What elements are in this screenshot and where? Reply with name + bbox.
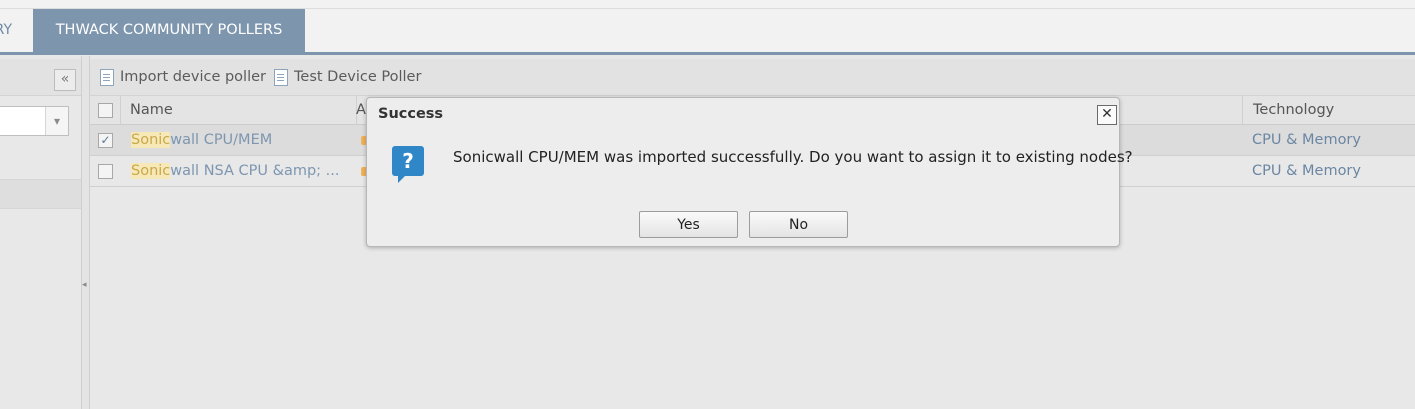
row-checkbox[interactable] (98, 164, 113, 179)
dialog-message: Sonicwall CPU/MEM was imported successfu… (453, 148, 1133, 166)
test-device-poller-button[interactable]: Test Device Poller (274, 59, 421, 95)
top-strip (0, 0, 1415, 9)
close-icon[interactable]: ✕ (1097, 105, 1117, 125)
group-by-select[interactable]: ▾ (0, 106, 69, 136)
row-technology: CPU & Memory (1252, 163, 1361, 179)
import-icon (100, 68, 114, 86)
success-dialog: Success ✕ ? Sonicwall CPU/MEM was import… (366, 97, 1133, 247)
grid-toolbar: Import device poller Test Device Poller (90, 59, 1415, 96)
tab-thwack-community-pollers[interactable]: THWACK COMMUNITY POLLERS (33, 9, 305, 52)
row-technology: CPU & Memory (1252, 132, 1361, 148)
import-device-poller-label: Import device poller (120, 69, 266, 85)
row-name: Sonicwall NSA CPU &amp; ... (131, 156, 339, 186)
tab-underline (0, 52, 1415, 55)
select-all-cell (90, 96, 121, 124)
row-name-rest: wall CPU/MEM (170, 132, 273, 148)
test-device-poller-label: Test Device Poller (294, 69, 422, 85)
column-header-technology[interactable]: Technology (1242, 96, 1415, 124)
tab-previous[interactable]: RY (0, 9, 30, 52)
column-header-name[interactable]: Name (121, 96, 357, 124)
tab-previous-label: RY (0, 22, 12, 38)
question-icon: ? (392, 146, 424, 183)
chevron-down-icon[interactable]: ▾ (45, 107, 68, 135)
left-panel-header: « (0, 59, 81, 96)
row-name: Sonicwall CPU/MEM (131, 125, 272, 155)
row-checkbox[interactable]: ✓ (98, 133, 113, 148)
import-device-poller-button[interactable]: Import device poller (100, 59, 266, 95)
yes-button[interactable]: Yes (639, 211, 738, 238)
splitter-arrow-icon[interactable]: ◂ (82, 280, 87, 290)
left-panel-item[interactable] (0, 151, 81, 180)
row-name-rest: wall NSA CPU &amp; ... (170, 163, 340, 179)
dialog-title: Success (378, 106, 444, 122)
left-panel-item[interactable] (0, 180, 81, 209)
collapse-panel-icon[interactable]: « (54, 69, 76, 91)
test-poller-icon (274, 68, 288, 86)
tab-bar: RY THWACK COMMUNITY POLLERS (0, 9, 1415, 52)
search-highlight: Sonic (131, 163, 171, 179)
left-panel: « ▾ (0, 56, 82, 409)
select-all-checkbox[interactable] (98, 103, 113, 118)
panel-splitter[interactable] (82, 56, 89, 409)
search-highlight: Sonic (131, 132, 171, 148)
no-button[interactable]: No (749, 211, 848, 238)
